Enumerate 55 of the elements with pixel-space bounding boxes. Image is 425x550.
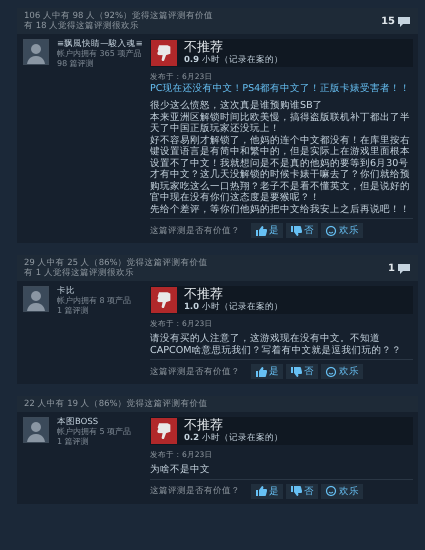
verdict-label: 不推荐 bbox=[184, 40, 224, 55]
review-count: 98 篇评测 bbox=[57, 59, 95, 69]
comment-icon bbox=[397, 16, 411, 26]
thumbs-down-icon bbox=[290, 224, 302, 236]
vote-button[interactable]: 欢乐 bbox=[321, 484, 363, 498]
comment-count: 15 bbox=[381, 16, 395, 26]
playtime: 0.9 小时（记录在案的） bbox=[184, 55, 283, 66]
product-count: 帐户内拥有 5 项产品 bbox=[57, 427, 132, 437]
review-text: 请没有买的人注意了，这游戏现在没有中文。不知道CAPCOM啥意思玩我们？写着有中文就是逗我们玩的？？ bbox=[150, 333, 403, 356]
smiley-icon bbox=[325, 366, 337, 378]
product-count: 帐户内拥有 365 项产品 bbox=[57, 49, 142, 59]
thumbs-down-icon bbox=[290, 366, 302, 378]
vote-button[interactable]: 是 bbox=[251, 484, 283, 498]
funny-count: 有 1 人觉得这篇评测很欢乐 bbox=[24, 268, 135, 278]
smiley-icon bbox=[325, 485, 337, 497]
thumbs-down-icon bbox=[290, 485, 302, 497]
review-text: 先给个差评，等你们他妈的把中文给我安上之后再说吧！！ bbox=[150, 204, 411, 215]
helpful-prompt: 这篇评测是否有价值？ bbox=[150, 366, 240, 378]
product-count: 帐户内拥有 8 项产品 bbox=[57, 296, 132, 306]
review-text: 为啥不是中文 bbox=[150, 464, 211, 476]
review-count: 1 篇评测 bbox=[57, 306, 90, 316]
verdict-label: 不推荐 bbox=[184, 418, 224, 433]
helpful-count: 106 人中有 98 人（92%）觉得这篇评测有价值 bbox=[24, 11, 214, 21]
helpful-prompt: 这篇评测是否有价值？ bbox=[150, 485, 240, 497]
vote-button[interactable]: 否 bbox=[286, 364, 318, 379]
review-title: PC现在还没有中文！PS4都有中文了！正版卡婊受害者！！ bbox=[150, 83, 412, 95]
username[interactable]: 卡比 bbox=[57, 286, 132, 296]
verdict-label: 不推荐 bbox=[184, 287, 224, 302]
comment-count: 1 bbox=[388, 262, 395, 274]
helpful-prompt: 这篇评测是否有价值？ bbox=[150, 224, 240, 236]
playtime: 0.2 小时（记录在案的） bbox=[184, 433, 283, 444]
vote-button[interactable]: 否 bbox=[286, 223, 318, 238]
thumbs-up-icon bbox=[255, 485, 267, 497]
username[interactable]: ≡飘風快睛—駿入魂≡ bbox=[57, 39, 143, 49]
playtime: 1.0 小时（记录在案的） bbox=[184, 302, 283, 313]
vote-button[interactable]: 欢乐 bbox=[321, 364, 363, 379]
funny-count: 有 18 人觉得这篇评测很欢乐 bbox=[24, 21, 140, 31]
thumbs-up-icon bbox=[255, 366, 267, 378]
username[interactable]: 本图BOSS bbox=[57, 417, 132, 427]
vote-button[interactable]: 否 bbox=[286, 484, 318, 498]
comment-icon bbox=[397, 262, 411, 274]
vote-button[interactable]: 是 bbox=[251, 223, 283, 238]
thumbs-up-icon bbox=[255, 224, 267, 236]
user-avatar bbox=[23, 39, 49, 65]
review-text: 本来亚洲区解锁时间比欧美慢，搞得盗版联机补丁都出了半天了中国正版玩家还没玩上！ bbox=[150, 112, 411, 134]
vote-button[interactable]: 是 bbox=[251, 364, 283, 379]
helpful-count: 29 人中有 25 人（86%）觉得这篇评测有价值 bbox=[24, 258, 208, 268]
user-avatar bbox=[23, 417, 49, 443]
review-text: 很少这么愤怒，这次真是谁预购谁SB了 bbox=[150, 100, 324, 112]
smiley-icon bbox=[325, 224, 337, 236]
helpful-count: 22 人中有 19 人（86%）觉得这篇评测有价值 bbox=[24, 399, 208, 409]
vote-button[interactable]: 欢乐 bbox=[321, 223, 363, 238]
review-text: 好不容易刚才解锁了，他妈的连个中文都没有！在库里按右键设置语言是有简中和繁中的，但是实际上在游戏里面根本设置不了中文！我就想问是不是真的他妈的要等到6月30号才有中文？这几天没解锁的时候卡婊干嘛去了？你们就给预购玩家吃这么一口热翔？老子不是看不懂英文，但是说好的官中现在没有你们这态度是要猴呢？！ bbox=[150, 134, 411, 204]
user-avatar bbox=[23, 286, 49, 312]
review-count: 1 篇评测 bbox=[57, 437, 90, 447]
